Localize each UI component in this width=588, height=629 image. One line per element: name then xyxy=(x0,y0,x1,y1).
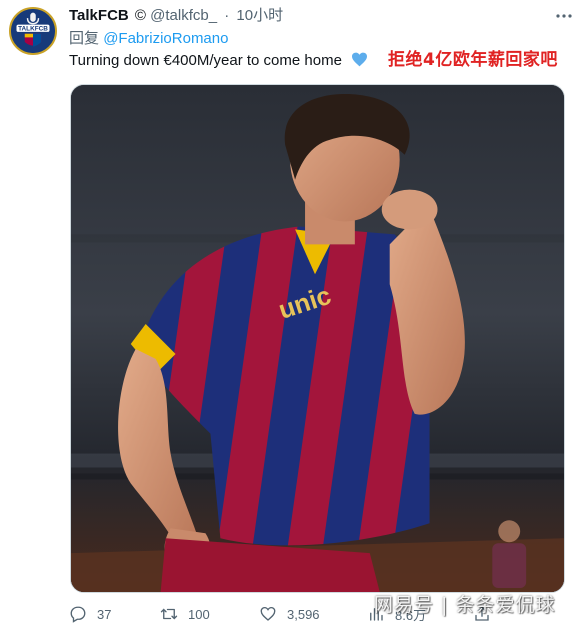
copyright-glyph: © xyxy=(134,7,146,24)
like-count: 3,596 xyxy=(287,606,320,622)
player-photo-illustration: unic xyxy=(71,85,564,592)
separator-dot: · xyxy=(224,7,230,24)
like-button[interactable]: 3,596 xyxy=(259,603,320,625)
user-handle[interactable]: @talkfcb_ xyxy=(150,7,217,24)
avatar[interactable]: TALKFCB xyxy=(9,7,57,55)
retweet-icon xyxy=(160,608,178,620)
reply-prefix: 回复 xyxy=(69,30,100,47)
reply-to-link[interactable]: @FabrizioRomano xyxy=(103,30,228,47)
reply-icon xyxy=(70,606,86,623)
tweet-text-body: Turning down €400M/year to come home xyxy=(69,52,342,69)
more-options-icon[interactable] xyxy=(554,6,574,26)
retweet-button[interactable]: 100 xyxy=(160,603,210,625)
display-name[interactable]: TalkFCB xyxy=(69,7,129,24)
avatar-label: TALKFCB xyxy=(18,26,48,33)
tweet-text: Turning down €400M/year to come home xyxy=(69,51,368,71)
reply-context: 回复 @FabrizioRomano xyxy=(69,29,228,49)
tweet-photo[interactable]: unic xyxy=(70,84,565,593)
retweet-count: 100 xyxy=(188,606,210,622)
overlay-caption: 拒绝4亿欧年薪回家吧 xyxy=(388,50,558,70)
reply-count: 37 xyxy=(97,606,112,622)
like-icon xyxy=(260,606,276,621)
timestamp[interactable]: 10小时 xyxy=(236,7,283,24)
reply-button[interactable]: 37 xyxy=(69,603,111,625)
blue-heart-emoji xyxy=(352,52,368,67)
source-watermark: 网易号 | 条条爱侃球 xyxy=(374,594,556,616)
tweet-header: TalkFCB © @talkfcb_ · 10小时 xyxy=(69,6,574,28)
talkfcb-crest-logo: TALKFCB xyxy=(11,9,55,53)
